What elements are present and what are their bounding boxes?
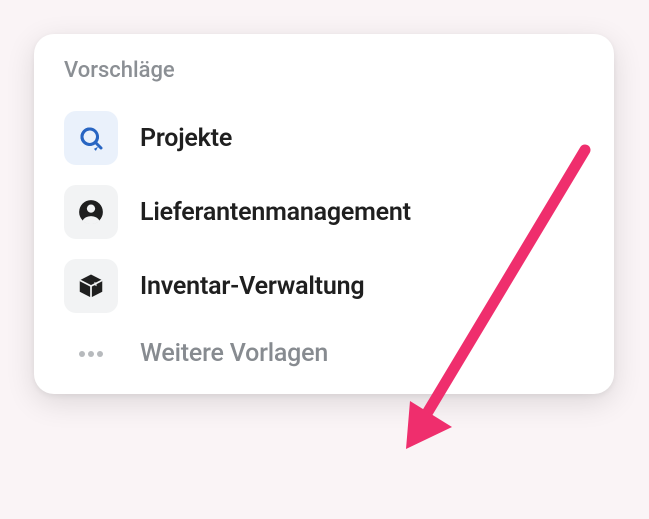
refresh-search-icon [64,111,118,165]
suggestion-item-inventar[interactable]: Inventar-Verwaltung [60,249,588,323]
suggestion-item-label: Lieferantenmanagement [140,198,411,227]
suggestion-item-label: Projekte [140,124,232,153]
more-templates-button[interactable]: Weitere Vorlagen [60,323,588,380]
suggestion-item-label: Inventar-Verwaltung [140,272,364,301]
suggestion-item-lieferanten[interactable]: Lieferantenmanagement [60,175,588,249]
more-templates-label: Weitere Vorlagen [140,339,328,368]
box-icon [64,259,118,313]
section-heading: Vorschläge [60,58,588,83]
suggestions-card: Vorschläge Projekte Lieferantenmanagemen… [34,34,614,394]
more-icon [64,349,118,359]
person-icon [64,185,118,239]
suggestion-item-projekte[interactable]: Projekte [60,101,588,175]
